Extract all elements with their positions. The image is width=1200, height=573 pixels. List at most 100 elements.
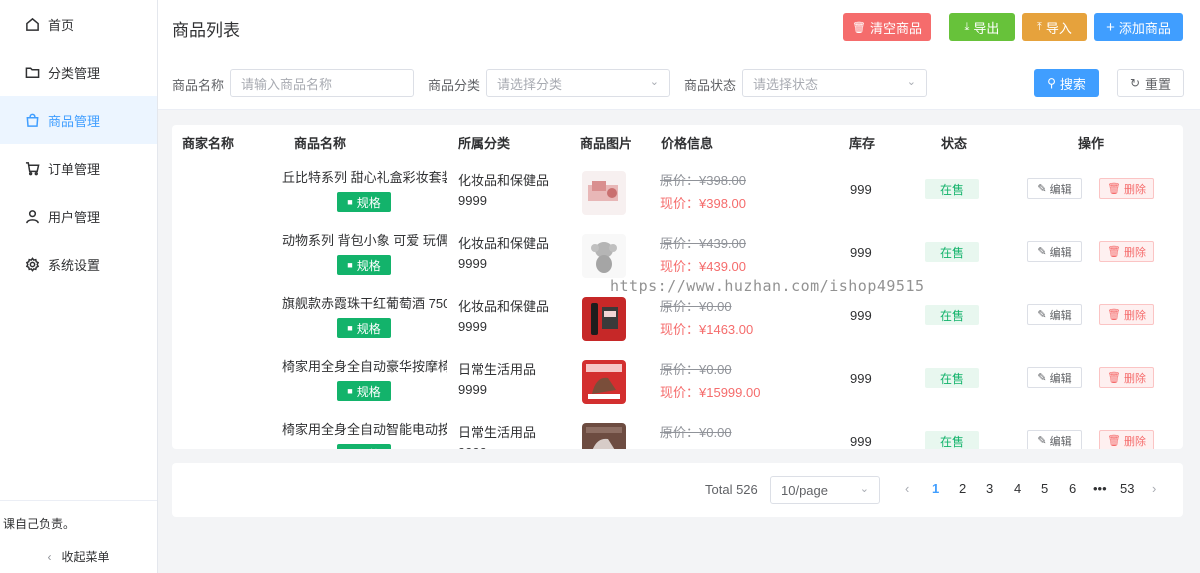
current-price-prefix: 现价： [660, 385, 700, 400]
home-icon [24, 16, 40, 32]
original-price-prefix: 原价： [660, 173, 700, 188]
sidebar-item-orders[interactable]: 订单管理 [0, 144, 157, 192]
edit-icon: ✎ [1037, 309, 1047, 321]
status-badge: 在售 [925, 305, 979, 325]
table-row: 动物系列 背包小象 可爱 玩偶 毛■规格化妆品和保健品9999原价：¥439.0… [172, 220, 1183, 283]
delete-button[interactable]: 🗑 删除 [1099, 430, 1154, 449]
page-number[interactable]: 2 [959, 481, 966, 496]
page-number[interactable]: 53 [1120, 481, 1134, 496]
table-row: 旗舰款赤霞珠干红葡萄酒 750 ■ 规格 化妆品和保健品 9999 原价：¥0.00 现价：… [172, 283, 1183, 346]
original-price-value: ¥398.00 [699, 173, 747, 188]
spec-label: 规格 [356, 384, 381, 399]
toolbar: 商品列表 🗑 清空商品 ⤓ 导出 ⤒ 导入 + 添加商品 商品名称 请输入商品名… [158, 0, 1200, 110]
refresh-icon: ↻ [1129, 76, 1141, 90]
table-row: 椅家用全身全自动豪华按摩椅十 ■ 规格 日常生活用品 9999 原价：¥0.00 现价：¥1… [172, 346, 1183, 409]
trash-icon: 🗑 [1107, 246, 1121, 258]
edit-icon: ✎ [1037, 246, 1047, 258]
original-price-value: ¥0.00 [699, 299, 732, 314]
page-number[interactable]: 5 [1041, 481, 1048, 496]
collapse-menu-button[interactable]: ‹ 收起菜单 [0, 548, 157, 565]
delete-label: 删除 [1123, 372, 1146, 385]
delete-button[interactable]: 🗑 删除 [1099, 304, 1154, 325]
collapse-menu-label: 收起菜单 [61, 550, 110, 564]
status-select[interactable]: 请选择状态 ⌄ [742, 69, 927, 97]
edit-button[interactable]: ✎ 编辑 [1027, 430, 1082, 449]
delete-button[interactable]: 🗑 删除 [1099, 178, 1154, 199]
sidebar-item-label: 商品管理 [48, 113, 101, 129]
product-image [582, 171, 626, 215]
spec-button[interactable]: ■规格 [337, 381, 391, 401]
table-header: 商家名称 商品名称 所属分类 商品图片 价格信息 库存 状态 操作 [172, 125, 1183, 157]
page-size-select[interactable]: 10/page ⌄ [770, 476, 880, 504]
sidebar: 首页 分类管理 商品管理 订单管理 用户管理 系统设置 课自己负责。 ‹ 收起菜… [0, 0, 158, 573]
category-cell: 日常生活用品 9999 [458, 423, 536, 449]
price-cell: 原价：¥0.00现价：¥7999.00 [660, 421, 753, 449]
edit-label: 编辑 [1049, 309, 1072, 322]
import-button[interactable]: ⤒ 导入 [1022, 13, 1087, 41]
edit-label: 编辑 [1049, 183, 1072, 196]
spec-button[interactable]: ■规格 [337, 255, 391, 275]
search-icon: ⚲ [1047, 76, 1056, 90]
plus-icon: + [1106, 18, 1115, 36]
spec-label: 规格 [357, 446, 381, 450]
column-header: 所属分类 [458, 136, 511, 151]
product-name-input[interactable]: 请输入商品名称 [230, 69, 414, 97]
list-icon: ■ [347, 260, 353, 270]
column-header: 商品名称 [294, 136, 347, 151]
spec-button[interactable]: ■规格 [337, 444, 391, 449]
pagination: Total 526 10/page ⌄ ‹ 1 2 3 4 5 6 ••• 53 › [172, 463, 1183, 517]
download-icon: ⤓ [964, 20, 970, 33]
page-number[interactable]: 1 [932, 481, 939, 496]
sidebar-item-users[interactable]: 用户管理 [0, 192, 157, 240]
product-name: 椅家用全身全自动豪华按摩椅十 [282, 359, 447, 374]
clear-products-button[interactable]: 🗑 清空商品 [843, 13, 931, 41]
spec-button[interactable]: ■规格 [337, 318, 391, 338]
prev-page-button[interactable]: ‹ [905, 481, 909, 496]
status-badge: 在售 [925, 179, 979, 199]
sidebar-item-category[interactable]: 分类管理 [0, 48, 157, 96]
sidebar-item-settings[interactable]: 系统设置 [0, 240, 157, 288]
spec-label: 规格 [356, 195, 381, 210]
chevron-left-icon: ‹ [47, 549, 52, 564]
product-name-label: 商品名称 [172, 78, 225, 93]
category-cell: 化妆品和保健品 9999 [458, 171, 549, 211]
category-id: 9999 [458, 193, 487, 208]
current-price-value: ¥15999.00 [699, 385, 761, 400]
next-page-button[interactable]: › [1152, 481, 1156, 496]
search-label: 搜索 [1059, 76, 1086, 92]
page-number[interactable]: 4 [1014, 481, 1021, 496]
folder-icon [24, 64, 40, 80]
reset-button[interactable]: ↻ 重置 [1117, 69, 1184, 97]
spec-button[interactable]: ■规格 [337, 192, 391, 212]
edit-button[interactable]: ✎ 编辑 [1027, 241, 1082, 262]
search-button[interactable]: ⚲ 搜索 [1034, 69, 1099, 97]
original-price-prefix: 原价： [660, 299, 700, 314]
export-button[interactable]: ⤓ 导出 [949, 13, 1015, 41]
price-cell: 原价：¥398.00 现价：¥398.00 [660, 169, 746, 215]
edit-button[interactable]: ✎ 编辑 [1027, 178, 1082, 199]
edit-button[interactable]: ✎ 编辑 [1027, 367, 1082, 388]
delete-button[interactable]: 🗑 删除 [1099, 241, 1154, 262]
sidebar-item-products[interactable]: 商品管理 [0, 96, 157, 144]
edit-button[interactable]: ✎ 编辑 [1027, 304, 1082, 325]
upload-icon: ⤒ [1037, 20, 1042, 33]
current-price: 现价：¥398.00 [660, 192, 746, 215]
list-icon: ■ [347, 386, 353, 396]
column-header: 状态 [941, 136, 968, 151]
current-price: 现价：¥439.00 [660, 255, 746, 278]
status-placeholder: 请选择状态 [753, 76, 819, 92]
category-select[interactable]: 请选择分类 ⌄ [486, 69, 670, 97]
page-number[interactable]: 6 [1069, 481, 1076, 496]
more-pages-button[interactable]: ••• [1093, 481, 1107, 496]
column-header: 操作 [1078, 136, 1105, 151]
category-cell: 日常生活用品 9999 [458, 360, 536, 400]
cart-icon [24, 160, 40, 176]
category-label: 商品分类 [428, 78, 481, 93]
category-placeholder: 请选择分类 [497, 76, 563, 92]
delete-button[interactable]: 🗑 删除 [1099, 367, 1154, 388]
category-name: 日常生活用品 [458, 362, 537, 377]
page-number[interactable]: 3 [986, 481, 993, 496]
current-price-value: ¥398.00 [699, 196, 747, 211]
add-product-button[interactable]: + 添加商品 [1094, 13, 1183, 41]
sidebar-item-home[interactable]: 首页 [0, 0, 157, 48]
